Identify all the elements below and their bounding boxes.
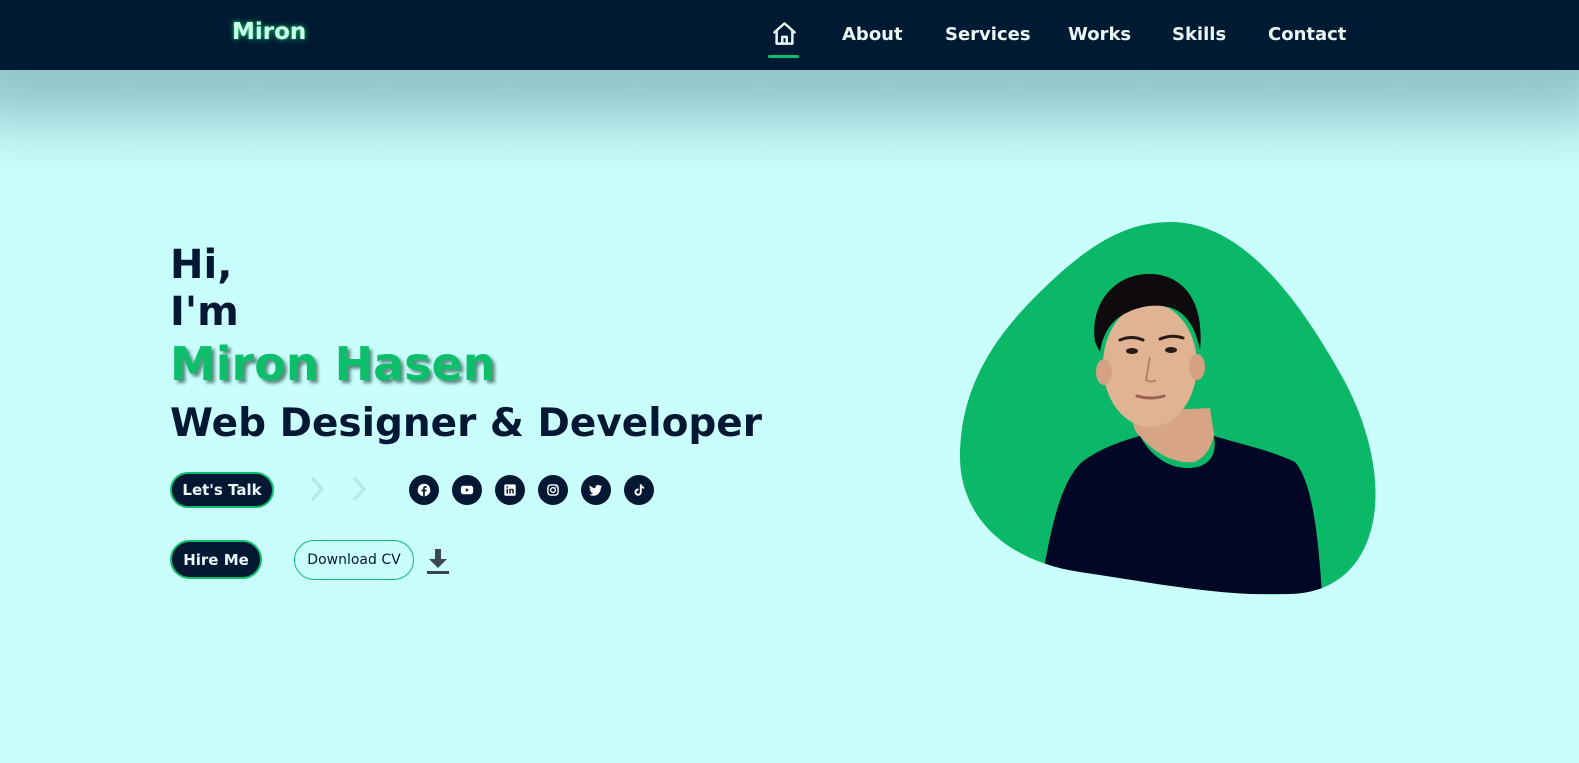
instagram-icon	[547, 484, 559, 496]
youtube-link[interactable]	[452, 475, 482, 505]
nav-link-works[interactable]: Works	[1068, 24, 1131, 45]
linkedin-icon	[504, 484, 516, 496]
profile-photo	[960, 222, 1376, 595]
nav-home-link[interactable]	[768, 20, 800, 58]
nav-link-services[interactable]: Services	[945, 24, 1031, 45]
tiktok-icon	[634, 484, 645, 496]
twitter-link[interactable]	[581, 475, 611, 505]
intro: I'm	[170, 289, 239, 335]
chevron-right-icon	[353, 477, 366, 501]
active-nav-indicator	[768, 55, 799, 58]
facebook-icon	[417, 483, 431, 497]
download-cv-button[interactable]: Download CV	[294, 540, 414, 580]
hero-role: Web Designer & Developer	[170, 401, 762, 446]
lets-talk-button[interactable]: Let's Talk	[170, 472, 274, 508]
nav-link-skills[interactable]: Skills	[1172, 24, 1226, 45]
youtube-icon	[460, 485, 474, 495]
twitter-icon	[589, 484, 603, 496]
tiktok-link[interactable]	[624, 475, 654, 505]
linkedin-link[interactable]	[495, 475, 525, 505]
greeting: Hi,	[170, 242, 233, 288]
logo[interactable]: Miron	[232, 19, 306, 45]
nav-link-contact[interactable]: Contact	[1268, 24, 1346, 45]
nav-link-about[interactable]: About	[842, 24, 903, 45]
home-icon	[772, 22, 796, 45]
navbar: Miron About Services Works Skills Contac…	[0, 0, 1579, 70]
instagram-link[interactable]	[538, 475, 568, 505]
hero-name: Miron Hasen	[170, 337, 496, 391]
download-icon[interactable]	[424, 546, 452, 576]
chevron-right-icon	[311, 477, 324, 501]
facebook-link[interactable]	[409, 475, 439, 505]
hire-me-button[interactable]: Hire Me	[170, 540, 262, 579]
